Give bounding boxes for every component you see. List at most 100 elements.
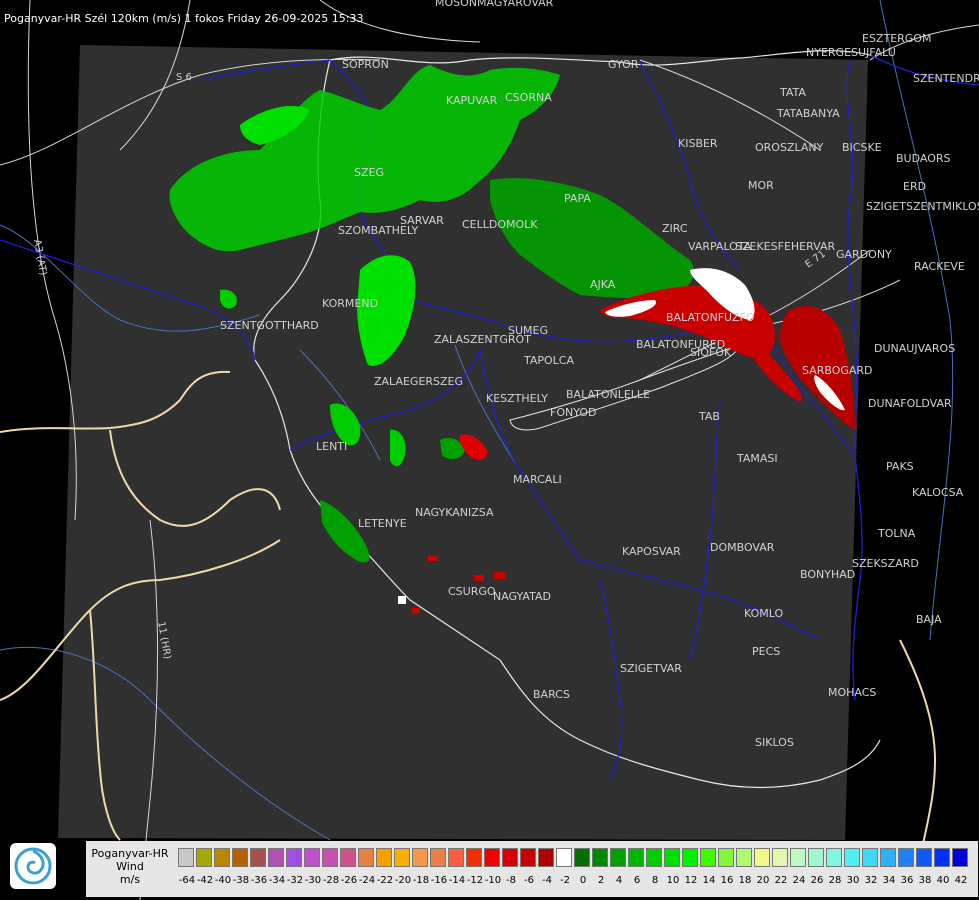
legend-tick-label: -16 xyxy=(430,875,448,886)
city-label: GARDONY xyxy=(836,248,892,261)
legend-tick-label: -38 xyxy=(232,875,250,886)
legend-swatch xyxy=(394,848,410,867)
legend-tick-label: 42 xyxy=(954,875,968,886)
city-label: SZIGETVAR xyxy=(620,662,682,675)
legend-tick-label: 2 xyxy=(597,875,605,886)
city-label: BONYHAD xyxy=(800,568,855,581)
legend-swatch xyxy=(286,848,302,867)
legend-tick-label: -34 xyxy=(268,875,286,886)
legend-swatch xyxy=(268,848,284,867)
legend-swatch xyxy=(502,848,518,867)
legend-tick-label: 30 xyxy=(846,875,860,886)
road-label: S 6 xyxy=(176,72,192,83)
city-label: RACKEVE xyxy=(914,260,965,273)
city-label: SZIGETSZENTMIKLOS xyxy=(866,200,979,213)
legend-swatch xyxy=(574,848,590,867)
legend-tick-label: 12 xyxy=(684,875,698,886)
city-label: KAPOSVAR xyxy=(622,545,681,558)
legend-tick-label: 0 xyxy=(579,875,587,886)
city-label: ZALASZENTGROT xyxy=(434,333,531,346)
city-label: FONYOD xyxy=(550,406,596,419)
legend-swatch xyxy=(916,848,932,867)
city-label: SIOFOK xyxy=(690,346,732,359)
city-label: BAJA xyxy=(916,613,942,626)
city-label: DUNAUJVAROS xyxy=(874,342,955,355)
city-label: ERD xyxy=(903,180,926,193)
legend-swatch xyxy=(448,848,464,867)
city-label: SIKLOS xyxy=(755,736,794,749)
city-label: TOLNA xyxy=(877,527,916,540)
legend-tick-label: -10 xyxy=(484,875,502,886)
legend-tick-label: 36 xyxy=(900,875,914,886)
legend-tick-label: -24 xyxy=(358,875,376,886)
legend-tick-label: 28 xyxy=(828,875,842,886)
legend-swatch xyxy=(538,848,554,867)
legend-tick-label: 10 xyxy=(666,875,680,886)
city-label: SOPRON xyxy=(342,58,389,71)
legend-swatch xyxy=(790,848,806,867)
legend-tick-label: 24 xyxy=(792,875,806,886)
map-title: Poganyvar-HR Szél 120km (m/s) 1 fokos Fr… xyxy=(4,12,364,25)
legend-tick-label: -42 xyxy=(196,875,214,886)
legend-swatch xyxy=(610,848,626,867)
legend-tick-label: -26 xyxy=(340,875,358,886)
legend-tick-label: -4 xyxy=(542,875,552,886)
legend-swatch xyxy=(718,848,734,867)
legend-swatch xyxy=(952,848,968,867)
city-label: OROSZLANY xyxy=(755,141,824,154)
city-label: TAMASI xyxy=(736,452,778,465)
city-label: BARCS xyxy=(533,688,570,701)
city-label: NAGYATAD xyxy=(493,590,551,603)
city-label: SZEKSZARD xyxy=(852,557,919,570)
city-label: CELLDOMOLK xyxy=(462,218,538,231)
legend-tick-label: 18 xyxy=(738,875,752,886)
city-label: DUNAFOLDVAR xyxy=(868,397,952,410)
legend-swatch xyxy=(520,848,536,867)
city-label: TATA xyxy=(779,86,806,99)
city-label: MOSONMAGYAROVAR xyxy=(435,0,554,9)
city-label: KAPUVAR xyxy=(446,94,498,107)
city-label: KOMLO xyxy=(744,607,783,620)
city-label: MOR xyxy=(748,179,774,192)
city-label: SZENTENDRE xyxy=(913,72,979,85)
city-label: PECS xyxy=(752,645,780,658)
city-label: PAKS xyxy=(886,460,914,473)
legend-tick-label: 4 xyxy=(615,875,623,886)
legend-tick-label: 16 xyxy=(720,875,734,886)
legend-tick-label: -12 xyxy=(466,875,484,886)
city-label: MARCALI xyxy=(513,473,562,486)
legend-swatch xyxy=(484,848,500,867)
legend-swatch xyxy=(934,848,950,867)
legend-tick-label: -28 xyxy=(322,875,340,886)
city-label: LENTI xyxy=(316,440,347,453)
color-legend: Poganyvar-HR Wind m/s -6 4 -42 -4 0 -38 -36 -34… xyxy=(86,841,978,897)
legend-tick-label: 26 xyxy=(810,875,824,886)
legend-title: Poganyvar-HR Wind m/s xyxy=(86,841,174,886)
city-label: LETENYE xyxy=(358,517,407,530)
city-label: TAB xyxy=(698,410,720,423)
legend-tick-label: -22 xyxy=(376,875,394,886)
legend-title-line: Wind xyxy=(116,860,144,873)
legend-tick-label: -8 xyxy=(506,875,516,886)
city-label: BALATONFUZFO xyxy=(666,311,755,324)
city-label: ZIRC xyxy=(662,222,688,235)
city-label: TAPOLCA xyxy=(523,354,574,367)
legend-swatch xyxy=(646,848,662,867)
city-label: BALATONLELLE xyxy=(566,388,650,401)
legend-tick-label: -6 xyxy=(524,875,534,886)
legend-swatch xyxy=(808,848,824,867)
legend-swatch xyxy=(862,848,878,867)
legend-tick-label: -36 xyxy=(250,875,268,886)
city-label: SZENTGOTTHARD xyxy=(220,319,319,332)
legend-tick-label: -32 xyxy=(286,875,304,886)
legend-swatch xyxy=(376,848,392,867)
radar-map[interactable]: S 6 A3 (AT) 11 (HR) E 71 MOSONMAGYAROVAR… xyxy=(0,0,979,900)
legend-tick-label: 34 xyxy=(882,875,896,886)
legend-swatch xyxy=(232,848,248,867)
city-label: DOMBOVAR xyxy=(710,541,775,554)
storm-logo-icon xyxy=(10,843,56,889)
legend-swatch xyxy=(466,848,482,867)
legend-swatch xyxy=(178,848,194,867)
legend-swatches xyxy=(178,848,970,867)
city-label: GYOR xyxy=(608,58,639,71)
